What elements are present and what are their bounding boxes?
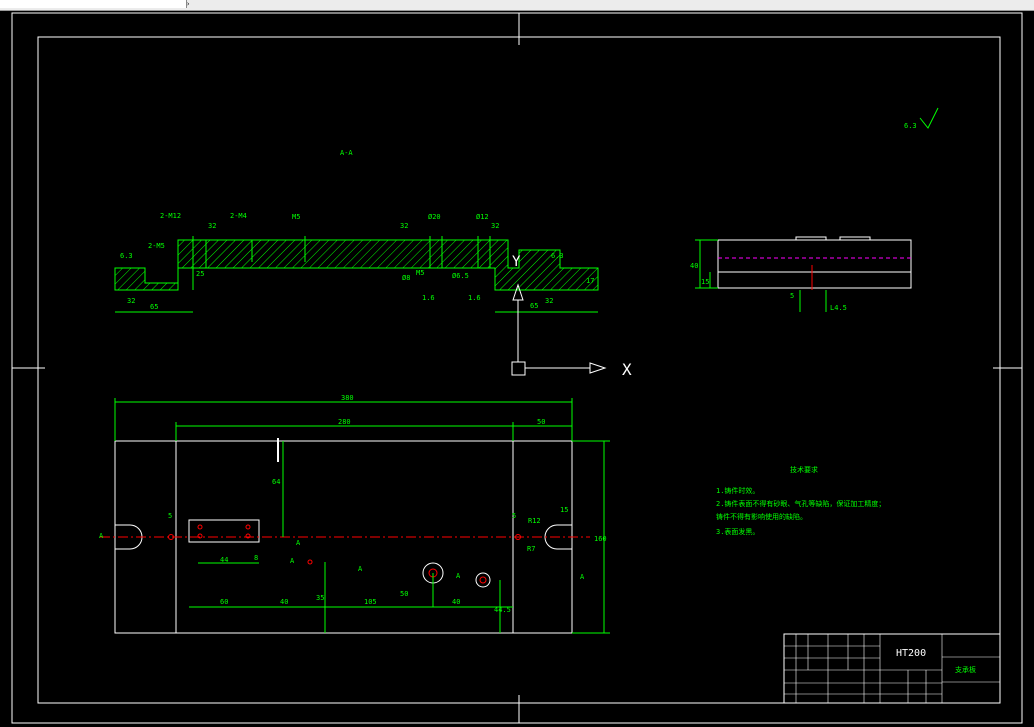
svg-text:15: 15	[701, 278, 709, 286]
ucs-x-label: X	[622, 360, 632, 379]
svg-text:A: A	[456, 572, 461, 580]
svg-text:铸件不得有影响使用的缺陷。: 铸件不得有影响使用的缺陷。	[716, 512, 807, 521]
svg-text:65: 65	[150, 303, 158, 311]
svg-text:M5: M5	[292, 213, 300, 221]
svg-text:A: A	[580, 573, 585, 581]
svg-text:5: 5	[512, 512, 516, 520]
svg-text:2.铸件表面不得有砂眼、气孔等缺陷，保证加工精度；: 2.铸件表面不得有砂眼、气孔等缺陷，保证加工精度；	[716, 499, 885, 508]
svg-text:1.6: 1.6	[422, 294, 435, 302]
plan-view: 380 280 50 64 160 15 R12 R7 5 5 44 8 60 …	[99, 394, 610, 634]
svg-text:3.表面发黑。: 3.表面发黑。	[716, 527, 759, 536]
svg-text:17: 17	[586, 277, 594, 285]
svg-text:35: 35	[316, 594, 324, 602]
svg-text:40: 40	[280, 598, 288, 606]
svg-text:M5: M5	[416, 269, 424, 277]
svg-text:105: 105	[364, 598, 377, 606]
svg-text:Ø20: Ø20	[428, 213, 441, 221]
roughness-symbol-icon	[919, 107, 939, 129]
svg-text:R12: R12	[528, 517, 541, 525]
svg-text:6.3: 6.3	[551, 252, 564, 260]
technical-notes: 技术要求 1.铸件时效。 2.铸件表面不得有砂眼、气孔等缺陷，保证加工精度； 铸…	[716, 465, 885, 536]
svg-text:Ø8: Ø8	[402, 274, 410, 282]
svg-text:A: A	[290, 557, 295, 565]
svg-text:32: 32	[491, 222, 499, 230]
svg-text:50: 50	[400, 590, 408, 598]
svg-text:280: 280	[338, 418, 351, 426]
svg-text:5: 5	[168, 512, 172, 520]
svg-text:1.6: 1.6	[468, 294, 481, 302]
svg-text:5: 5	[790, 292, 794, 300]
dropdown-arrow-icon[interactable]: ›	[186, 0, 194, 8]
svg-text:A: A	[358, 565, 363, 573]
svg-text:A: A	[99, 532, 104, 540]
svg-text:15: 15	[560, 506, 568, 514]
svg-text:44.5: 44.5	[494, 606, 511, 614]
section-label: A-A	[340, 149, 353, 157]
svg-text:65: 65	[530, 302, 538, 310]
section-view: A-A 2-M12 32 2-M4 M5 32 Ø20 Ø12 32 6.3 2…	[114, 107, 939, 313]
drawing-frame	[11, 12, 1023, 724]
svg-text:160: 160	[594, 535, 607, 543]
command-input[interactable]	[0, 0, 187, 8]
svg-text:32: 32	[208, 222, 216, 230]
svg-text:32: 32	[545, 297, 553, 305]
svg-text:50: 50	[537, 418, 545, 426]
roughness-note: 6.3	[904, 122, 917, 130]
svg-text:40: 40	[690, 262, 698, 270]
svg-text:Ø12: Ø12	[476, 213, 489, 221]
svg-text:25: 25	[196, 270, 204, 278]
svg-text:32: 32	[127, 297, 135, 305]
svg-text:2-M4: 2-M4	[230, 212, 247, 220]
svg-text:8: 8	[254, 554, 258, 562]
material-text: HT200	[896, 648, 926, 659]
svg-text:Ø6.5: Ø6.5	[452, 272, 469, 280]
svg-text:60: 60	[220, 598, 228, 606]
drawing-canvas[interactable]: A-A 2-M12 32 2-M4 M5 32 Ø20 Ø12 32 6.3 2…	[0, 10, 1034, 727]
svg-text:44: 44	[220, 556, 228, 564]
svg-text:2-M5: 2-M5	[148, 242, 165, 250]
svg-text:6.3: 6.3	[120, 252, 133, 260]
side-view: 40 15 5 L4.5	[690, 236, 912, 312]
tech-notes-title: 技术要求	[790, 465, 818, 474]
svg-text:380: 380	[341, 394, 354, 402]
svg-text:1.铸件时效。: 1.铸件时效。	[716, 486, 759, 495]
svg-text:40: 40	[452, 598, 460, 606]
title-block: HT200 支承板	[783, 633, 1001, 704]
part-name-text: 支承板	[955, 665, 976, 674]
ucs-icon	[511, 283, 607, 376]
svg-text:64: 64	[272, 478, 280, 486]
svg-text:A: A	[296, 539, 301, 547]
svg-text:L4.5: L4.5	[830, 304, 847, 312]
svg-text:32: 32	[400, 222, 408, 230]
svg-text:R7: R7	[527, 545, 535, 553]
ucs-y-label: Y	[512, 254, 521, 270]
svg-text:2-M12: 2-M12	[160, 212, 181, 220]
